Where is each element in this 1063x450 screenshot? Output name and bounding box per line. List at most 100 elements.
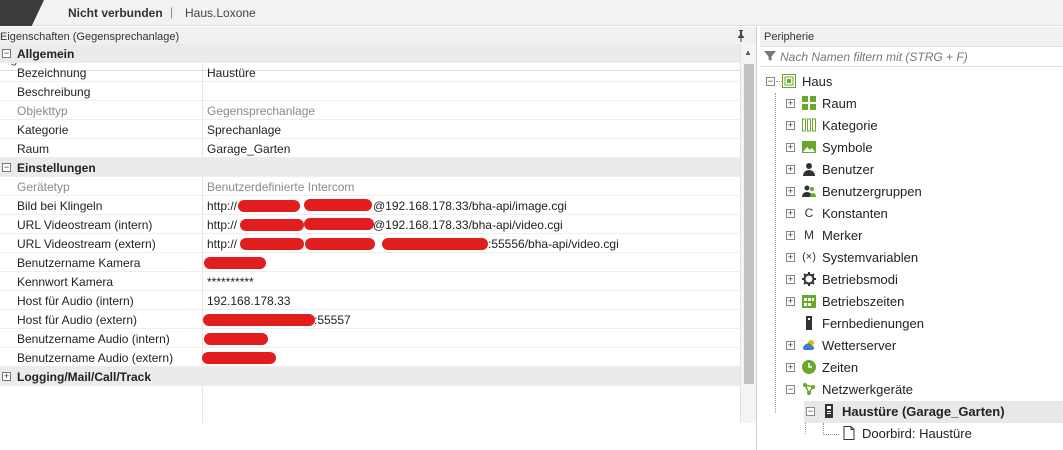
property-value[interactable]: Garage_Garten	[207, 142, 290, 156]
periphery-tree: − Haus + Raum + Kategorie + Symbole + Be…	[760, 71, 1063, 450]
expand-icon[interactable]: +	[786, 275, 795, 284]
collapse-icon[interactable]: −	[2, 49, 11, 58]
property-row-geraetetyp[interactable]: Gerätetyp Benutzerdefinierte Intercom	[0, 177, 740, 196]
tree-node-raum[interactable]: + Raum	[760, 93, 1063, 115]
property-value-suffix[interactable]: @192.168.178.33/bha-api/image.cgi	[373, 199, 567, 213]
collapse-icon[interactable]: −	[806, 407, 815, 416]
property-value-suffix[interactable]: @192.168.178.33/bha-api/video.cgi	[373, 218, 563, 232]
expand-icon[interactable]: +	[786, 143, 795, 152]
scrollbar-thumb[interactable]	[744, 64, 754, 384]
property-value-suffix[interactable]: :55557	[314, 313, 351, 327]
cell-divider	[202, 177, 203, 196]
property-row-kennwort-kamera[interactable]: Kennwort Kamera **********	[0, 272, 740, 291]
section-logging[interactable]: + Logging/Mail/Call/Track	[0, 367, 740, 386]
expand-icon[interactable]: +	[786, 99, 795, 108]
property-name: Bezeichnung	[17, 66, 87, 80]
property-row-kategorie[interactable]: Kategorie Sprechanlage	[0, 120, 740, 139]
tree-node-betriebszeiten[interactable]: + Betriebszeiten	[760, 291, 1063, 313]
redaction-mark	[382, 238, 488, 250]
expand-icon[interactable]: +	[2, 372, 11, 381]
property-name: Objekttyp	[17, 104, 68, 118]
tree-node-systemvariablen[interactable]: + (×) Systemvariablen	[760, 247, 1063, 269]
section-label: Einstellungen	[17, 161, 96, 175]
expand-icon[interactable]: +	[786, 297, 795, 306]
filter-bar[interactable]: Nach Namen filtern mit (STRG + F)	[760, 47, 1063, 67]
tree-node-symbole[interactable]: + Symbole	[760, 137, 1063, 159]
section-einstellungen[interactable]: − Einstellungen	[0, 158, 740, 177]
tree-node-netzwerkgeraete[interactable]: − Netzwerkgeräte	[760, 379, 1063, 401]
tree-node-doorbird[interactable]: Doorbird: Haustüre	[824, 423, 1063, 445]
section-allgemein[interactable]: − Allgemein	[0, 44, 740, 63]
tree-node-label: Systemvariablen	[822, 250, 919, 265]
expand-icon[interactable]: +	[786, 187, 795, 196]
tree-node-benutzergruppen[interactable]: + Benutzergruppen	[760, 181, 1063, 203]
property-row-url-videostream-intern[interactable]: URL Videostream (intern) http:// @192.16…	[0, 215, 740, 234]
property-row-benutzername-kamera[interactable]: Benutzername Kamera	[0, 253, 740, 272]
collapse-icon[interactable]: −	[2, 163, 11, 172]
scroll-up-icon[interactable]: ▲	[744, 48, 752, 57]
cell-divider	[202, 120, 203, 139]
tree-node-zeiten[interactable]: + Zeiten	[760, 357, 1063, 379]
tree-node-kategorie[interactable]: + Kategorie	[760, 115, 1063, 137]
expand-icon[interactable]: +	[786, 121, 795, 130]
property-value-prefix[interactable]: http://	[207, 199, 237, 213]
property-name: Raum	[17, 142, 50, 156]
expand-icon[interactable]: +	[786, 363, 795, 372]
property-value[interactable]: 192.168.178.33	[207, 294, 290, 308]
remote-icon	[802, 316, 816, 330]
property-row-beschreibung[interactable]: Beschreibung	[0, 82, 740, 101]
pin-icon[interactable]	[736, 30, 746, 45]
property-row-url-videostream-extern[interactable]: URL Videostream (extern) http:// :55556/…	[0, 234, 740, 253]
tree-node-merker[interactable]: + M Merker	[760, 225, 1063, 247]
property-row-host-audio-extern[interactable]: Host für Audio (extern) :55557	[0, 310, 740, 329]
property-value[interactable]: Haustüre	[207, 66, 256, 80]
collapse-icon[interactable]: −	[766, 77, 775, 86]
expand-icon[interactable]: +	[786, 341, 795, 350]
tree-node-haustuere[interactable]: − Haustüre (Garage_Garten)	[804, 401, 1063, 423]
property-row-benutzername-audio-extern[interactable]: Benutzername Audio (extern)	[0, 348, 740, 367]
expand-icon[interactable]: +	[786, 209, 795, 218]
clock-icon	[802, 360, 816, 374]
tree-node-label: Symbole	[822, 140, 873, 155]
cell-divider	[202, 234, 203, 253]
expand-icon[interactable]: +	[786, 231, 795, 240]
grid-icon	[802, 96, 816, 110]
property-value: Benutzerdefinierte Intercom	[207, 180, 355, 194]
property-name: Beschreibung	[17, 85, 91, 99]
tree-node-label: Zeiten	[822, 360, 859, 375]
tree-node-wetterserver[interactable]: + Wetterserver	[760, 335, 1063, 357]
tree-node-benutzer[interactable]: + Benutzer	[760, 159, 1063, 181]
redaction-mark	[304, 199, 372, 211]
property-value-suffix[interactable]: :55556/bha-api/video.cgi	[488, 237, 619, 251]
filter-input[interactable]: Nach Namen filtern mit (STRG + F)	[780, 50, 968, 64]
tree-node-konstanten[interactable]: + C Konstanten	[760, 203, 1063, 225]
tree-node-fernbedienungen[interactable]: Fernbedienungen	[760, 313, 1063, 335]
property-row-objekttyp[interactable]: Objekttyp Gegensprechanlage	[0, 101, 740, 120]
property-value[interactable]: Sprechanlage	[207, 123, 281, 137]
property-row-bild-bei-klingeln[interactable]: Bild bei Klingeln http:// @192.168.178.3…	[0, 196, 740, 215]
grid-empty-area	[0, 386, 740, 423]
tree-node-haus[interactable]: − Haus	[760, 71, 1063, 93]
property-grid-scrollbar[interactable]: ▲	[740, 44, 756, 423]
property-row-bezeichnung[interactable]: Bezeichnung Haustüre	[0, 63, 740, 82]
tree-node-betriebsmodi[interactable]: + Betriebsmodi	[760, 269, 1063, 291]
tree-node-label: Benutzergruppen	[822, 184, 922, 199]
project-name: Haus.Loxone	[185, 6, 256, 20]
property-row-benutzername-audio-intern[interactable]: Benutzername Audio (intern)	[0, 329, 740, 348]
property-name: Benutzername Kamera	[17, 256, 141, 270]
redaction-mark	[204, 257, 266, 269]
status-separator: |	[170, 5, 174, 19]
expand-icon[interactable]: +	[786, 165, 795, 174]
expand-icon[interactable]: +	[786, 253, 795, 262]
property-value-prefix[interactable]: http://	[207, 218, 237, 232]
collapse-icon[interactable]: −	[786, 385, 795, 394]
panel-title: Peripherie	[764, 31, 815, 43]
cell-divider	[202, 329, 203, 348]
property-value-prefix[interactable]: http://	[207, 237, 237, 251]
property-name: Kennwort Kamera	[17, 275, 114, 289]
property-name: Benutzername Audio (extern)	[17, 351, 174, 365]
periphery-panel-header: Peripherie	[760, 27, 1063, 47]
property-row-raum[interactable]: Raum Garage_Garten	[0, 139, 740, 158]
property-value[interactable]: **********	[207, 275, 254, 289]
property-row-host-audio-intern[interactable]: Host für Audio (intern) 192.168.178.33	[0, 291, 740, 310]
